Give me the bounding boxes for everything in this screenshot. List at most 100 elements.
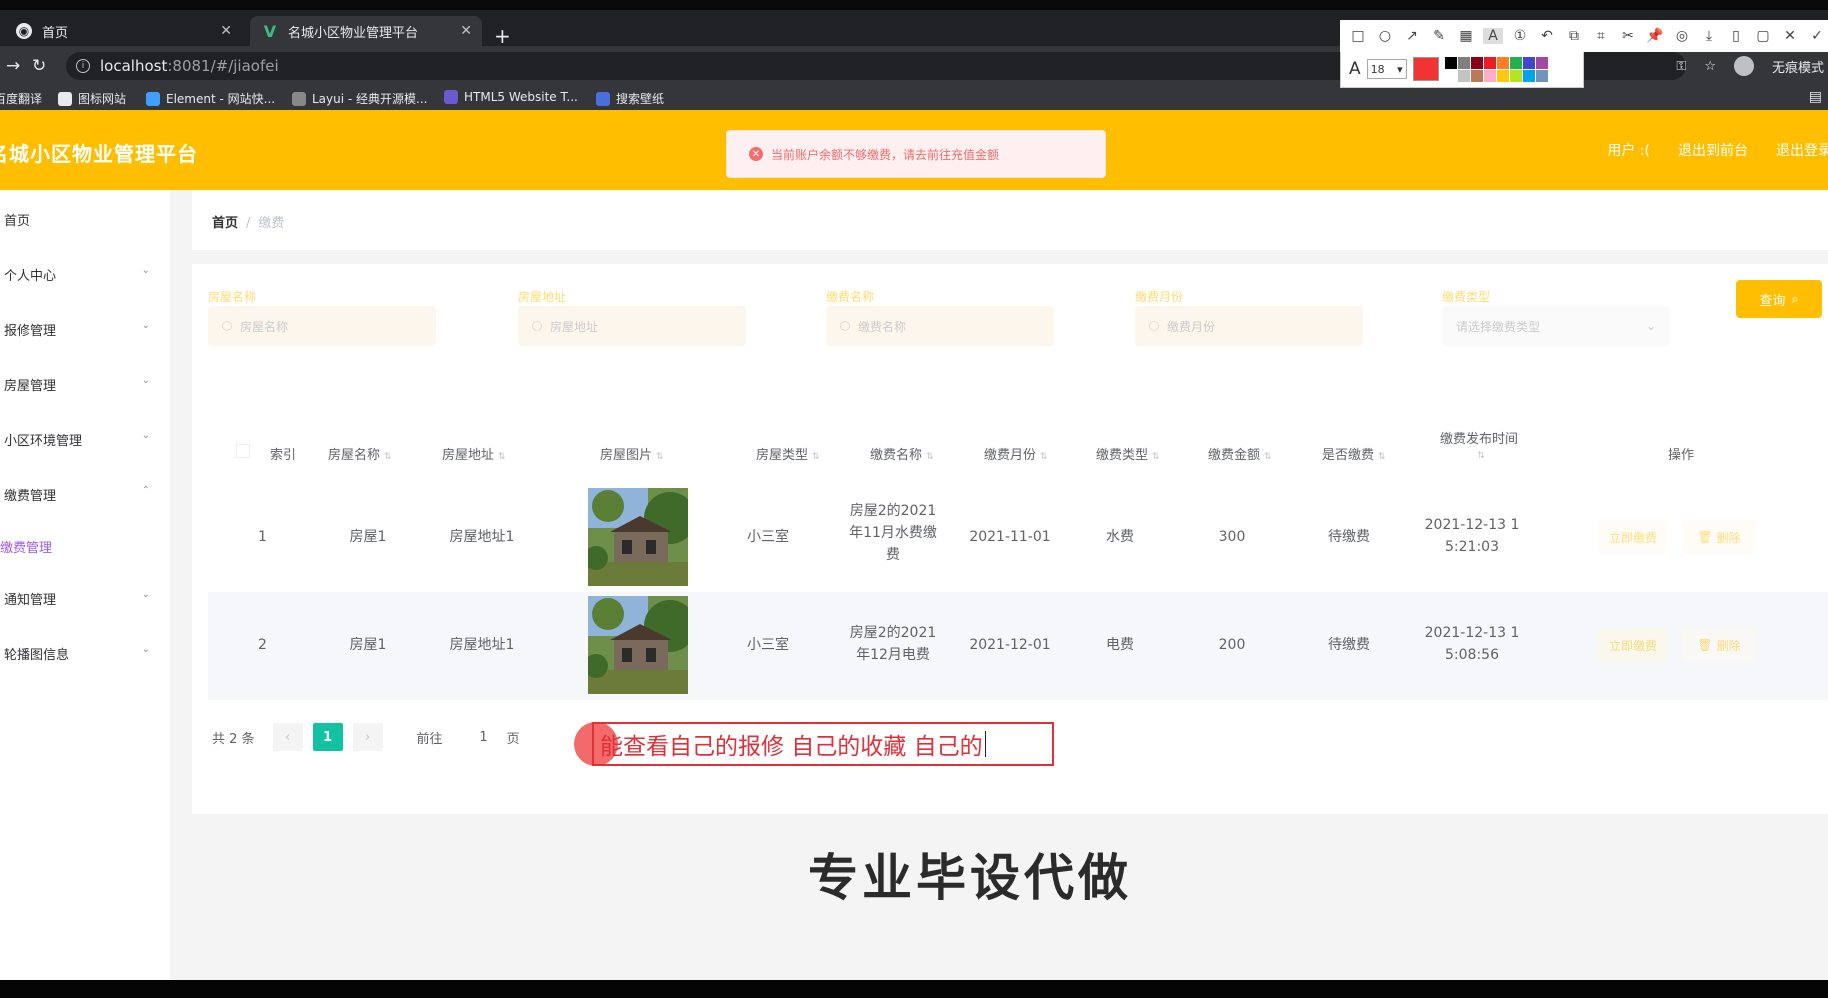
sidebar-item-notice[interactable]: 通知管理 ⌄ [4,589,154,608]
bookmark-item[interactable]: HTML5 Website T... [444,90,578,104]
delete-button[interactable]: 🗑 删除 [1682,520,1756,554]
screenshot-icon[interactable]: ⧉ [1564,28,1584,44]
sidebar-item-carousel[interactable]: 轮播图信息 ⌄ [4,644,154,663]
translate-icon[interactable]: ✂ [1618,28,1638,44]
fee-type-select[interactable]: 请选择缴费类型 ⌄ [1442,306,1670,346]
text-icon[interactable]: A [1483,28,1503,44]
element-icon [146,91,160,106]
new-tab-icon[interactable]: + [494,24,511,48]
col-house-image[interactable]: 房屋图片 ⇅ [600,444,664,463]
download-icon[interactable]: ⤓ [1699,28,1719,44]
ocr-icon[interactable]: ⌗ [1591,28,1611,44]
color-swatch[interactable] [1535,56,1548,69]
color-swatch[interactable] [1470,56,1483,69]
input-placeholder: 缴费月份 [1167,319,1216,334]
house-address-input[interactable]: 房屋地址 [518,306,746,346]
bookmark-item[interactable]: 图标网站 [58,90,126,107]
color-swatch[interactable] [1522,69,1535,82]
pager-goto-input[interactable]: 1 [469,730,499,745]
color-swatch[interactable] [1483,56,1496,69]
pay-now-button[interactable]: 立即缴费 [1598,520,1668,554]
page-number[interactable]: 1 [312,723,343,751]
cell-paid: 待缴费 [1328,529,1370,545]
fee-month-input[interactable]: 缴费月份 [1135,306,1363,346]
col-fee-type[interactable]: 缴费类型 ⇅ [1096,444,1160,463]
color-swatch[interactable] [1457,69,1470,82]
bookmark-icon[interactable]: ▢ [1753,28,1773,44]
pay-now-button[interactable]: 立即缴费 [1598,628,1668,662]
reading-list-icon[interactable]: ▤ [1809,89,1822,105]
close-icon[interactable]: ✕ [1780,28,1800,44]
color-swatch[interactable] [1496,69,1509,82]
select-all-checkbox[interactable] [236,444,250,462]
pin-icon[interactable]: 📌 [1645,28,1665,44]
undo-icon[interactable]: ↶ [1537,28,1557,44]
current-color-swatch[interactable] [1412,57,1439,81]
star-icon[interactable]: ☆ [1704,59,1716,74]
color-swatch[interactable] [1496,56,1509,69]
logout-link[interactable]: 退出登录 [1776,140,1828,160]
color-swatch[interactable] [1535,69,1548,82]
rectangle-icon[interactable]: □ [1348,28,1368,44]
house-photo [588,596,688,694]
reload-icon[interactable]: ↻ [32,56,46,76]
house-photo-image [588,596,688,694]
next-page-icon[interactable]: › [352,723,383,751]
number-icon[interactable]: ① [1510,28,1530,44]
sidebar-subitem-payment[interactable]: 缴费管理 [0,537,150,556]
forward-icon[interactable]: → [6,56,20,76]
delete-button[interactable]: 🗑 删除 [1682,628,1756,662]
color-swatch[interactable] [1509,56,1522,69]
color-swatch[interactable] [1444,69,1457,82]
color-swatch[interactable] [1522,56,1535,69]
color-swatch[interactable] [1457,56,1470,69]
bookmark-item[interactable]: 百度翻译 [0,90,42,107]
col-paid[interactable]: 是否缴费 ⇅ [1322,444,1386,463]
field-label: 缴费名称 [826,290,875,304]
bookmark-item[interactable]: Layui - 经典开源模... [292,90,427,107]
sidebar-item-house[interactable]: 房屋管理 ⌄ [4,375,154,394]
search-button[interactable]: 查询 ⌕ [1736,280,1822,318]
tab-platform[interactable]: V 名城小区物业管理平台 ✕ [250,16,482,46]
mosaic-icon[interactable]: ▦ [1456,28,1476,44]
sidebar-item-environment[interactable]: 小区环境管理 ⌄ [4,430,154,449]
back-to-front-link[interactable]: 退出到前台 [1678,140,1748,160]
key-icon[interactable]: ⚿ [1676,59,1686,74]
col-house-address[interactable]: 房屋地址 ⇅ [442,444,506,463]
ellipse-icon[interactable]: ○ [1375,28,1395,44]
sidebar-item-profile[interactable]: 个人中心 ⌄ [4,265,154,284]
col-house-name[interactable]: 房屋名称 ⇅ [328,444,392,463]
sidebar-item-repair[interactable]: 报修管理 ⌄ [4,320,154,339]
check-icon[interactable]: ✓ [1807,28,1827,44]
incognito-avatar-icon[interactable] [1733,56,1754,76]
fee-name-input[interactable]: 缴费名称 [826,306,1054,346]
breadcrumb-home[interactable]: 首页 [212,216,238,231]
info-icon[interactable]: i [76,59,90,73]
sidebar-item-label: 小区环境管理 [4,434,83,449]
font-size-select[interactable]: 18 ▾ [1366,59,1407,79]
house-name-input[interactable]: 房屋名称 [208,306,436,346]
pen-icon[interactable]: ✎ [1429,28,1449,44]
sidebar-item-label: 房屋管理 [4,379,57,394]
arrow-icon[interactable]: ↗ [1402,28,1422,44]
record-icon[interactable]: ◎ [1672,28,1692,44]
bookmark-item[interactable]: 搜索壁纸 [596,90,664,107]
tab-home[interactable]: ◉ 首页 ✕ [4,16,242,46]
close-icon[interactable]: ✕ [460,23,472,39]
bookmark-item[interactable]: Element - 网站快... [146,90,275,107]
col-fee-month[interactable]: 缴费月份 ⇅ [984,444,1048,463]
col-fee-name[interactable]: 缴费名称 ⇅ [870,444,934,463]
phone-icon[interactable]: ▯ [1726,28,1746,44]
prev-page-icon[interactable]: ‹ [272,723,303,751]
close-icon[interactable]: ✕ [220,23,232,39]
col-publish-time[interactable]: 缴费发布时间 ⇅ [1432,428,1526,462]
color-swatch[interactable] [1509,69,1522,82]
color-swatch[interactable] [1444,56,1457,69]
annotation-textbox[interactable]: 能查看自己的报修 自己的收藏 自己的 [592,722,1054,766]
sidebar-item-home[interactable]: 首页 [4,210,154,229]
col-fee-amount[interactable]: 缴费金额 ⇅ [1208,444,1272,463]
col-house-type[interactable]: 房屋类型 ⇅ [756,444,820,463]
color-swatch[interactable] [1470,69,1483,82]
sidebar-item-payment[interactable]: 缴费管理 ⌃ [4,485,154,504]
color-swatch[interactable] [1483,69,1496,82]
